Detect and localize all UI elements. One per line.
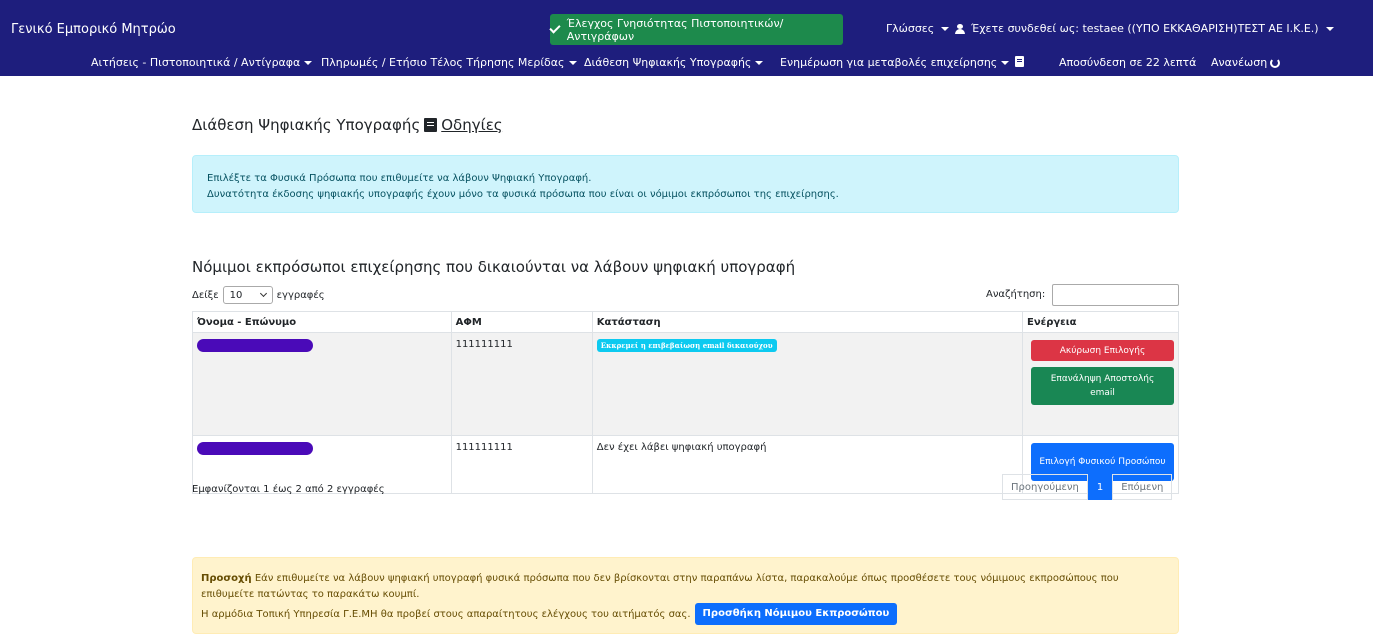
- top-navbar: Γενικό Εμπορικό Μητρώο Έλεγχος Γνησιότητ…: [0, 0, 1373, 76]
- chevron-down-icon: [568, 60, 577, 65]
- user-label: Έχετε συνδεθεί ως: testaee ((ΥΠΟ ΕΚΚΑΘΑΡ…: [971, 22, 1319, 35]
- instructions-link[interactable]: Οδηγίες: [441, 116, 502, 134]
- menu-applications-label: Αιτήσεις - Πιστοποιητικά / Αντίγραφα: [91, 56, 301, 69]
- warning-line-2: Η αρμόδια Τοπική Υπηρεσία Γ.Ε.ΜΗ θα προβ…: [201, 603, 1170, 625]
- afm-cell: 111111111: [450, 435, 593, 494]
- languages-menu[interactable]: Γλώσσες: [886, 22, 950, 35]
- menu-business-updates[interactable]: Ενημέρωση για μεταβολές επιχείρησης: [780, 56, 1010, 69]
- refresh-link[interactable]: Ανανέωση: [1211, 56, 1281, 69]
- table-info-count: Εμφανίζονται 1 έως 2 από 2 εγγραφές: [192, 484, 385, 495]
- user-icon: [955, 23, 965, 34]
- book-icon: [1015, 56, 1024, 67]
- column-header-action[interactable]: Ενέργεια: [1022, 311, 1179, 333]
- menu-payments[interactable]: Πληρωμές / Ετήσιο Τέλος Τήρησης Μερίδας: [321, 56, 577, 69]
- warning-strong: Προσοχή: [201, 573, 252, 584]
- refresh-icon: [1270, 57, 1281, 68]
- page-title: Διάθεση Ψηφιακής Υπογραφής Οδηγίες: [192, 116, 503, 134]
- menu-payments-label: Πληρωμές / Ετήσιο Τέλος Τήρησης Μερίδας: [321, 56, 565, 69]
- name-cell: [192, 332, 452, 436]
- menu-business-updates-label: Ενημέρωση για μεταβολές επιχείρησης: [780, 56, 998, 69]
- page-length-control: Δείξε 10 εγγραφές: [192, 286, 325, 304]
- page-length-select[interactable]: 10: [222, 286, 273, 304]
- languages-label: Γλώσσες: [886, 22, 935, 35]
- show-suffix: εγγραφές: [276, 289, 325, 301]
- pagination-next[interactable]: Επόμενη: [1112, 474, 1173, 500]
- show-prefix: Δείξε: [192, 289, 219, 301]
- warning-line-1: Προσοχή Εάν επιθυμείτε να λάβουν ψηφιακή…: [201, 571, 1170, 603]
- redacted-name: [197, 339, 313, 352]
- brand-title[interactable]: Γενικό Εμπορικό Μητρώο: [11, 22, 176, 37]
- verify-certificates-label: Έλεγχος Γνησιότητας Πιστοποιητικών/Αντιγ…: [566, 16, 784, 43]
- redacted-name: [197, 442, 313, 455]
- table-header-row: Όνομα - Επώνυμο ΑΦΜ Κατάσταση Ενέργεια: [192, 311, 1179, 333]
- pagination-prev[interactable]: Προηγούμενη: [1002, 474, 1088, 500]
- section-title: Νόμιμοι εκπρόσωποι επιχείρησης που δικαι…: [192, 258, 796, 276]
- verify-certificates-button[interactable]: Έλεγχος Γνησιότητας Πιστοποιητικών/Αντιγ…: [549, 14, 843, 45]
- chevron-down-icon: [941, 26, 950, 31]
- column-header-status[interactable]: Κατάσταση: [591, 311, 1024, 333]
- menu-digital-signature-label: Διάθεση Ψηφιακής Υπογραφής: [584, 56, 752, 69]
- info-line-1: Επιλέξτε τα Φυσικά Πρόσωπα που επιθυμείτ…: [207, 173, 592, 184]
- chevron-down-icon: [304, 60, 313, 65]
- warning-alert: Προσοχή Εάν επιθυμείτε να λάβουν ψηφιακή…: [192, 557, 1179, 634]
- status-badge: Εκκρεμεί η επιβεβαίωση email δικαιούχου: [596, 339, 777, 352]
- chevron-down-icon: [259, 289, 267, 298]
- cancel-selection-button[interactable]: Ακύρωση Επιλογής: [1031, 340, 1174, 361]
- representatives-table: Όνομα - Επώνυμο ΑΦΜ Κατάσταση Ενέργεια 1…: [192, 311, 1179, 494]
- warning-text-2: Η αρμόδια Τοπική Υπηρεσία Γ.Ε.ΜΗ θα προβ…: [201, 609, 691, 620]
- menu-applications[interactable]: Αιτήσεις - Πιστοποιητικά / Αντίγραφα: [91, 56, 313, 69]
- column-header-afm[interactable]: ΑΦΜ: [450, 311, 593, 333]
- refresh-label: Ανανέωση: [1211, 56, 1268, 69]
- pagination: Προηγούμενη 1 Επόμενη: [1002, 474, 1173, 500]
- afm-cell: 111111111: [450, 332, 593, 436]
- search-input[interactable]: [1052, 284, 1179, 306]
- pagination-page-1[interactable]: 1: [1087, 474, 1113, 500]
- page-length-value: 10: [229, 289, 243, 301]
- search-label: Αναζήτηση:: [986, 289, 1046, 300]
- info-line-2: Δυνατότητα έκδοσης ψηφιακής υπογραφής έχ…: [207, 189, 839, 200]
- info-alert: Επιλέξτε τα Φυσικά Πρόσωπα που επιθυμείτ…: [192, 155, 1179, 213]
- logout-timer-link[interactable]: Αποσύνδεση σε 22 λεπτά: [1059, 56, 1196, 69]
- warning-text-1: Εάν επιθυμείτε να λάβουν ψηφιακή υπογραφ…: [201, 573, 1119, 600]
- manual-book-button[interactable]: [1015, 56, 1024, 67]
- status-cell: Δεν έχει λάβει ψηφιακή υπογραφή: [591, 435, 1024, 494]
- chevron-down-icon: [1001, 60, 1010, 65]
- resend-email-button[interactable]: Επανάληψη Αποστολής email: [1031, 367, 1174, 405]
- page-title-text: Διάθεση Ψηφιακής Υπογραφής: [192, 116, 421, 134]
- status-cell: Εκκρεμεί η επιβεβαίωση email δικαιούχου: [591, 332, 1024, 436]
- menu-digital-signature[interactable]: Διάθεση Ψηφιακής Υπογραφής: [584, 56, 764, 69]
- book-icon: [424, 118, 438, 132]
- user-menu[interactable]: Έχετε συνδεθεί ως: testaee ((ΥΠΟ ΕΚΚΑΘΑΡ…: [955, 22, 1334, 35]
- check-icon: [549, 22, 561, 34]
- chevron-down-icon: [1325, 26, 1334, 31]
- table-row: 111111111 Εκκρεμεί η επιβεβαίωση email δ…: [192, 332, 1179, 436]
- column-header-name[interactable]: Όνομα - Επώνυμο: [192, 311, 452, 333]
- chevron-down-icon: [755, 60, 764, 65]
- action-cell: Ακύρωση Επιλογής Επανάληψη Αποστολής ema…: [1022, 332, 1179, 436]
- add-representative-button[interactable]: Προσθήκη Νόμιμου Εκπροσώπου: [694, 603, 898, 625]
